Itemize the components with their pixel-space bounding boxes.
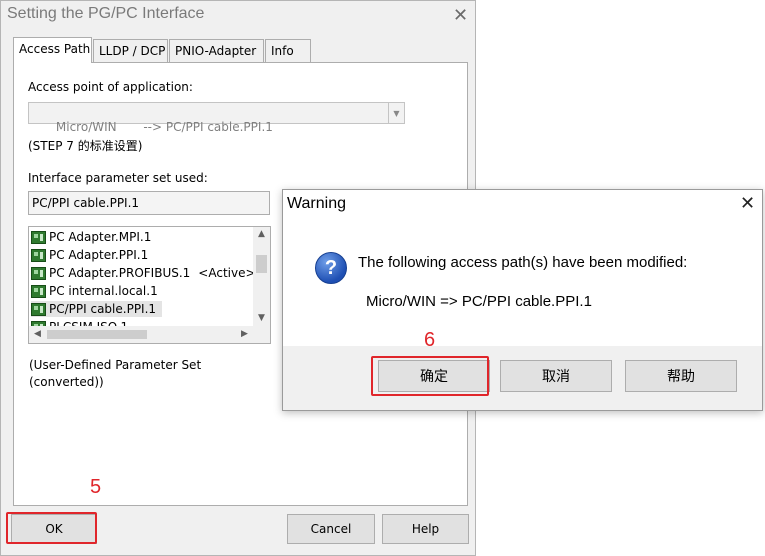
list-item-label: PC Adapter.PROFIBUS.1: [49, 266, 191, 280]
list-item-label: PC internal.local.1: [49, 284, 158, 298]
list-item-selected[interactable]: PC/PPI cable.PPI.1: [31, 301, 163, 317]
pc-adapter-icon: [31, 284, 46, 298]
warning-title: Warning: [287, 195, 346, 212]
warning-body: ? The following access path(s) have been…: [283, 218, 762, 346]
user-defined-note: (User-Defined Parameter Set: [29, 358, 202, 372]
confirm-highlight-box: [371, 356, 489, 396]
warning-dialog: Warning ✕ ? The following access path(s)…: [282, 189, 763, 411]
tab-info[interactable]: Info: [265, 39, 311, 62]
chevron-down-icon[interactable]: ▼: [388, 103, 404, 123]
scroll-thumb[interactable]: [47, 330, 147, 339]
tab-pnio-adapter[interactable]: PNIO-Adapter: [169, 39, 264, 62]
access-point-value: Micro/WIN --> PC/PPI cable.PPI.1: [55, 120, 273, 134]
active-tag: <Active>: [198, 266, 256, 280]
scroll-up-icon[interactable]: ▲: [253, 229, 270, 239]
step-6-label: 6: [424, 329, 436, 351]
cancel-button[interactable]: Cancel: [287, 514, 375, 544]
step-5-label: 5: [90, 476, 102, 498]
dialog-title: Setting the PG/PC Interface: [7, 5, 205, 22]
list-item-label: PC/PPI cable.PPI.1: [49, 302, 157, 316]
vertical-scrollbar[interactable]: ▲ ▼: [253, 227, 270, 328]
cancel-button[interactable]: 取消: [500, 360, 612, 392]
access-point-select[interactable]: Micro/WIN --> PC/PPI cable.PPI.1 ▼: [28, 102, 405, 134]
list-item[interactable]: PC Adapter.MPI.1: [31, 229, 151, 245]
question-icon: ?: [315, 252, 347, 284]
help-button[interactable]: 帮助: [625, 360, 737, 392]
param-set-list[interactable]: PC Adapter.MPI.1 PC Adapter.PPI.1 PC Ada…: [28, 226, 271, 344]
list-item[interactable]: PC internal.local.1: [31, 283, 158, 299]
access-point-label: Access point of application:: [28, 80, 193, 94]
help-button[interactable]: Help: [382, 514, 469, 544]
scroll-right-icon[interactable]: ▶: [236, 329, 253, 339]
warning-title-bar: Warning ✕: [283, 190, 762, 218]
scroll-down-icon[interactable]: ▼: [253, 313, 270, 323]
scroll-left-icon[interactable]: ◀: [29, 329, 46, 339]
close-icon[interactable]: ✕: [453, 7, 468, 25]
param-set-label: Interface parameter set used:: [28, 171, 208, 185]
list-item-label: PC Adapter.MPI.1: [49, 230, 152, 244]
tab-access-path[interactable]: Access Path: [13, 37, 92, 63]
user-defined-note-cont: (converted)): [29, 375, 104, 389]
pc-adapter-icon: [31, 248, 46, 262]
step7-note: (STEP 7 的标准设置): [28, 139, 143, 153]
warning-message: The following access path(s) have been m…: [358, 254, 688, 271]
pc-adapter-icon: [31, 230, 46, 244]
horizontal-scrollbar[interactable]: ◀ ▶: [29, 326, 255, 343]
list-item[interactable]: PC Adapter.PROFIBUS.1 <Active>: [31, 265, 256, 281]
scrollbar-corner: [253, 326, 270, 343]
pc-adapter-icon: [31, 266, 46, 280]
pc-adapter-icon: [31, 302, 46, 316]
list-item-label: PC Adapter.PPI.1: [49, 248, 149, 262]
scroll-thumb[interactable]: [256, 255, 267, 273]
close-icon[interactable]: ✕: [740, 195, 755, 213]
param-set-field[interactable]: PC/PPI cable.PPI.1: [28, 191, 270, 215]
list-item[interactable]: PC Adapter.PPI.1: [31, 247, 148, 263]
ok-highlight-box: [6, 512, 97, 544]
warning-detail: Micro/WIN => PC/PPI cable.PPI.1: [366, 293, 592, 310]
tab-lldp-dcp[interactable]: LLDP / DCP: [93, 39, 168, 62]
